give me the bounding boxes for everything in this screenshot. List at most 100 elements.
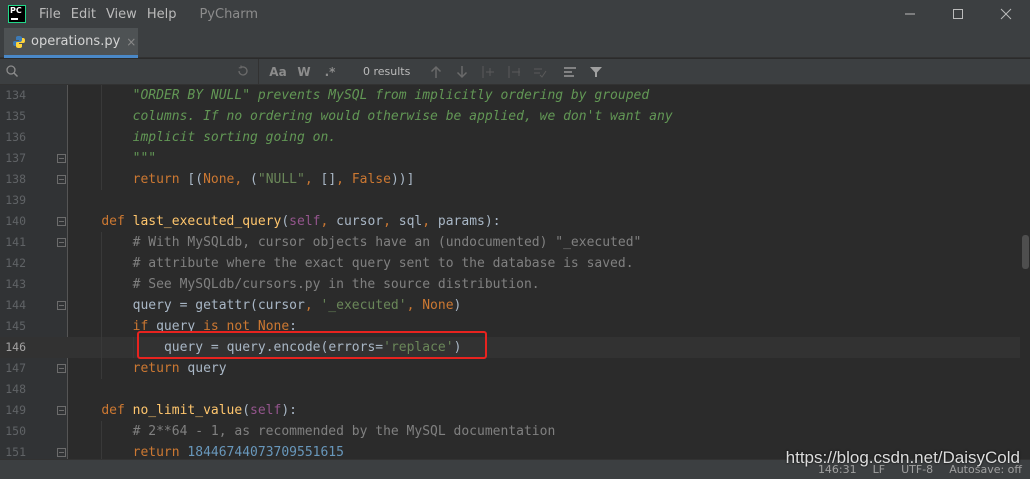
minimize-icon [905, 13, 915, 15]
scrollbar-thumb[interactable] [1022, 235, 1029, 269]
search-history-icon[interactable] [236, 64, 250, 78]
fold-marker-icon[interactable] [57, 301, 66, 310]
code-line[interactable]: 148 [0, 379, 1020, 400]
code-token: 18446744073709551615 [187, 445, 344, 459]
fold-marker-icon[interactable] [57, 217, 66, 226]
fold-marker-icon[interactable] [57, 154, 66, 163]
code-line[interactable]: 140 def last_executed_query(self, cursor,… [0, 211, 1020, 232]
filter-search-results-button[interactable] [557, 59, 583, 85]
code-token: columns. If no ordering would otherwise … [132, 109, 673, 124]
code-text: # See MySQLdb/cursors.py in the source d… [133, 274, 540, 295]
code-text: "ORDER BY NULL" prevents MySQL from impl… [133, 85, 650, 106]
whole-words-toggle[interactable]: W [291, 65, 317, 79]
code-token: # See MySQLdb/cursors.py in the source d… [132, 277, 540, 292]
tab-close-icon[interactable]: × [126, 35, 136, 49]
indent-guide [101, 169, 103, 190]
fold-marker-icon[interactable] [57, 238, 66, 247]
code-line[interactable]: 137 """ [0, 148, 1020, 169]
code-editor[interactable]: 134 "ORDER BY NULL" prevents MySQL from i… [0, 85, 1030, 459]
code-line[interactable]: 147 return query [0, 358, 1020, 379]
indent-guide [101, 106, 103, 127]
funnel-filter-button[interactable] [583, 59, 609, 85]
menu-edit[interactable]: Edit [66, 7, 101, 22]
indent-guide [132, 337, 134, 358]
code-line[interactable]: 135 columns. If no ordering would otherwi… [0, 106, 1020, 127]
search-icon [6, 64, 19, 77]
indent-guide [101, 232, 103, 253]
code-text: return 18446744073709551615 [133, 442, 344, 459]
code-token: no_limit_value [132, 403, 243, 418]
code-token: return [132, 172, 188, 187]
code-line[interactable]: 141 # With MySQLdb, cursor objects have a… [0, 232, 1020, 253]
watermark-text: https://blog.csdn.net/DaisyCold [785, 448, 1020, 467]
code-line[interactable]: 149 def no_limit_value(self): [0, 400, 1020, 421]
tab-operations-py[interactable]: operations.py × [4, 28, 138, 58]
code-line[interactable]: 143 # See MySQLdb/cursors.py in the sourc… [0, 274, 1020, 295]
search-results-count: 0 results [363, 65, 411, 78]
menu-view[interactable]: View [101, 7, 142, 22]
remove-occurrence-button[interactable] [501, 59, 527, 85]
indent-guide [101, 253, 103, 274]
code-token: False [351, 172, 391, 187]
code-line[interactable]: 136 implicit sorting going on. [0, 127, 1020, 148]
pycharm-logo-icon: PC [8, 5, 26, 23]
code-token: ) [453, 298, 462, 313]
code-token: '_executed' [320, 298, 407, 313]
fold-marker-icon[interactable] [57, 406, 66, 415]
find-toolbar [423, 59, 609, 85]
indent-guide [101, 316, 103, 337]
code-line[interactable]: 139 [0, 190, 1020, 211]
close-icon [1000, 8, 1012, 20]
code-text: def last_executed_query(self, cursor, sq… [101, 211, 500, 232]
code-line[interactable]: 150 # 2**64 - 1, as recommended by the My… [0, 421, 1020, 442]
code-text: """ [133, 148, 156, 169]
select-all-occurrences-button[interactable] [527, 59, 553, 85]
code-line[interactable]: 142 # attribute where the exact query sen… [0, 253, 1020, 274]
line-number: 139 [5, 193, 26, 207]
code-text: # With MySQLdb, cursor objects have an (… [133, 232, 642, 253]
title-bar: PC File Edit View Help PyCharm [0, 0, 1030, 28]
add-occurrence-button[interactable] [475, 59, 501, 85]
code-text: columns. If no ordering would otherwise … [133, 106, 673, 127]
funnel-icon [590, 67, 602, 77]
regex-toggle[interactable]: .* [317, 65, 343, 79]
code-token: , [406, 298, 423, 313]
code-token: , [422, 214, 438, 229]
indent-guide [101, 274, 103, 295]
search-input[interactable] [0, 59, 256, 85]
code-token: sql [398, 214, 423, 229]
next-occurrence-button[interactable] [449, 59, 475, 85]
fold-marker-icon[interactable] [57, 448, 66, 457]
code-line[interactable]: 138 return [(None, ("NULL", [], False))] [0, 169, 1020, 190]
match-case-toggle[interactable]: Aa [265, 65, 291, 79]
find-bar: Aa W .* 0 results [0, 59, 1030, 85]
code-token: ( [250, 172, 258, 187]
minimize-button[interactable] [886, 0, 934, 28]
close-window-button[interactable] [982, 0, 1030, 28]
line-number: 141 [5, 235, 26, 249]
code-token: , [304, 298, 321, 313]
previous-occurrence-button[interactable] [423, 59, 449, 85]
code-token: query [187, 361, 227, 376]
indent-guide [101, 295, 103, 316]
code-token: last_executed_query [132, 214, 282, 229]
code-token: def [101, 214, 133, 229]
code-line[interactable]: 134 "ORDER BY NULL" prevents MySQL from i… [0, 85, 1020, 106]
vertical-scrollbar[interactable] [1020, 85, 1030, 459]
code-token: def [101, 403, 133, 418]
menu-file[interactable]: File [34, 7, 66, 22]
code-text: # attribute where the exact query sent t… [133, 253, 634, 274]
code-token: return [132, 445, 188, 459]
menu-help[interactable]: Help [142, 7, 182, 22]
indent-guide [101, 127, 103, 148]
code-text: # 2**64 - 1, as recommended by the MySQL… [133, 421, 556, 442]
line-number: 146 [5, 340, 26, 354]
maximize-button[interactable] [934, 0, 982, 28]
code-token: self [250, 403, 282, 418]
line-number: 144 [5, 298, 26, 312]
fold-marker-icon[interactable] [57, 175, 66, 184]
code-line[interactable]: 144 query = getattr(cursor, '_executed', … [0, 295, 1020, 316]
indent-guide [101, 148, 103, 169]
fold-marker-icon[interactable] [57, 364, 66, 373]
line-number: 147 [5, 361, 26, 375]
